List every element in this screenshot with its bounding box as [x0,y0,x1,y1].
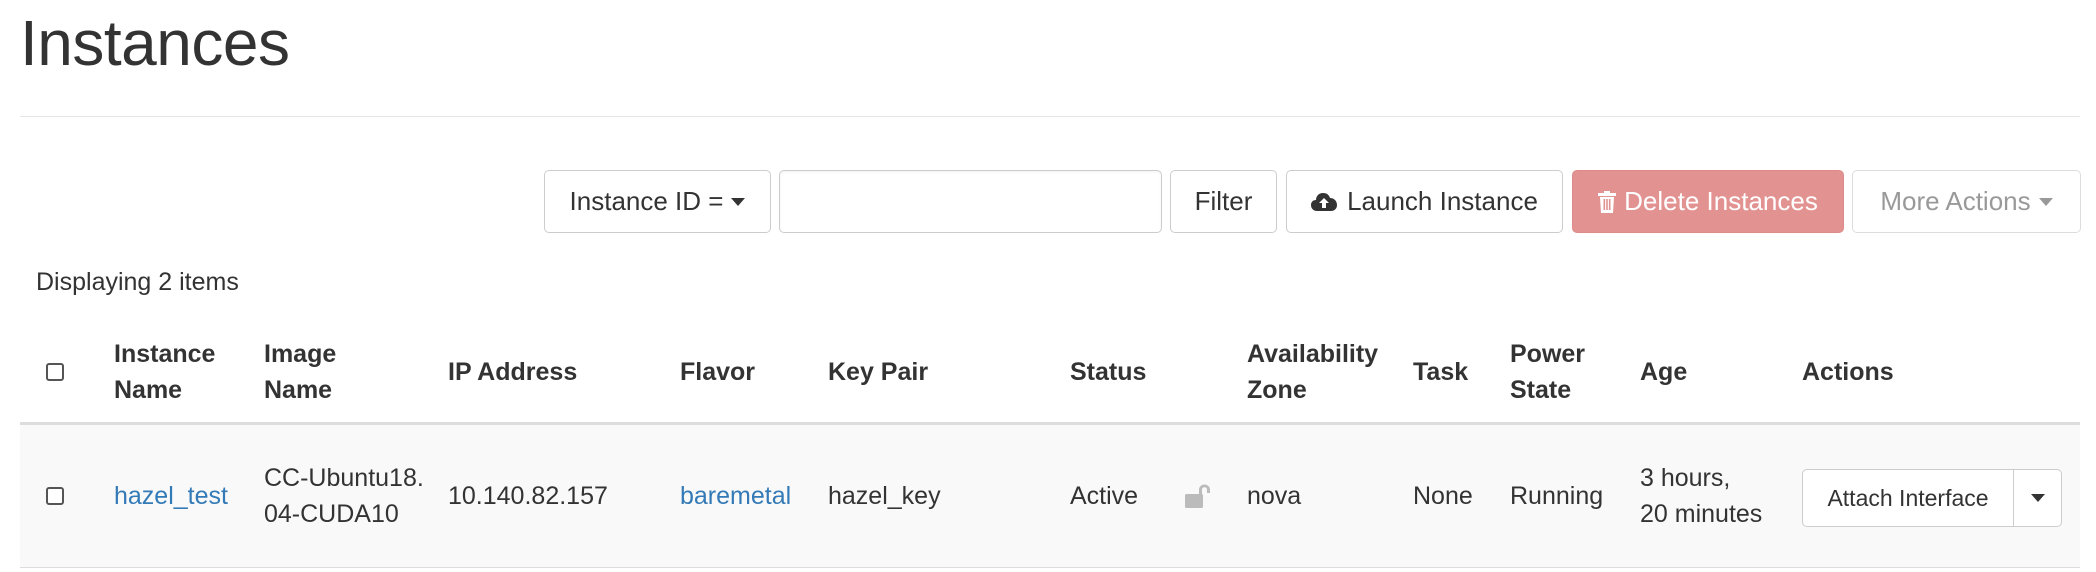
more-actions-label: More Actions [1880,186,2031,216]
age: 3 hours, 20 minutes [1640,464,1763,528]
row-actions-dropdown-toggle[interactable] [2014,469,2062,527]
filter-field-dropdown[interactable]: Instance ID = [544,170,771,233]
task: None [1413,482,1473,510]
table-row: hazel_test CC-Ubuntu18.04-CUDA10 10.140.… [20,425,2080,568]
display-count: Displaying 2 items [36,268,239,296]
select-all-checkbox[interactable] [46,363,64,381]
lock-cell [1185,425,1211,567]
caret-down-icon [2038,197,2053,206]
header-age[interactable]: Age [1640,322,1687,422]
cloud-upload-icon [1311,192,1338,211]
header-instance-name[interactable]: Instance Name [114,322,215,422]
header-power-state[interactable]: Power State [1510,322,1585,422]
ip-address: 10.140.82.157 [448,482,608,510]
row-checkbox[interactable] [46,487,64,505]
power-state: Running [1510,482,1604,510]
caret-down-icon [2030,494,2045,502]
trash-icon [1598,190,1617,213]
image-name-cell: CC-Ubuntu18.04-CUDA10 [264,425,429,567]
page-title: Instances [20,7,290,79]
image-name: CC-Ubuntu18.04-CUDA10 [264,464,424,528]
caret-down-icon [731,197,746,206]
header-flavor[interactable]: Flavor [680,322,755,422]
header-availability-zone[interactable]: Availability Zone [1247,322,1378,422]
delete-instances-button[interactable]: Delete Instances [1572,170,1844,233]
delete-instances-label: Delete Instances [1624,186,1818,216]
filter-input[interactable] [779,170,1162,233]
launch-instance-button[interactable]: Launch Instance [1286,170,1563,233]
filter-field-label: Instance ID = [569,186,724,216]
instances-table: Instance Name Image Name IP Address Flavor… [20,322,2080,568]
row-select-cell [46,425,64,567]
header-actions: Actions [1802,358,1894,386]
header-divider [20,116,2080,117]
unlock-icon [1185,484,1210,508]
more-actions-dropdown[interactable]: More Actions [1852,170,2081,233]
flavor-link[interactable]: baremetal [680,478,791,514]
select-all-cell [46,322,64,422]
instances-page: Instances Instance ID = Filter Launch In… [0,0,2096,572]
attach-interface-button[interactable]: Attach Interface [1802,469,2014,527]
table-header: Instance Name Image Name IP Address Flavor… [20,322,2080,425]
flavor-cell: baremetal [680,425,791,567]
filter-button[interactable]: Filter [1170,170,1277,233]
instance-name-link[interactable]: hazel_test [114,478,228,514]
header-ip-address[interactable]: IP Address [448,322,577,422]
row-actions: Attach Interface [1802,469,2062,527]
availability-zone: nova [1247,482,1302,510]
header-task[interactable]: Task [1413,322,1468,422]
launch-instance-label: Launch Instance [1347,186,1538,216]
key-pair: hazel_key [828,482,941,510]
header-key-pair[interactable]: Key Pair [828,322,928,422]
header-image-name[interactable]: Image Name [264,322,336,422]
status: Active [1070,482,1139,510]
instance-name-cell: hazel_test [114,425,228,567]
header-status[interactable]: Status [1070,322,1146,422]
